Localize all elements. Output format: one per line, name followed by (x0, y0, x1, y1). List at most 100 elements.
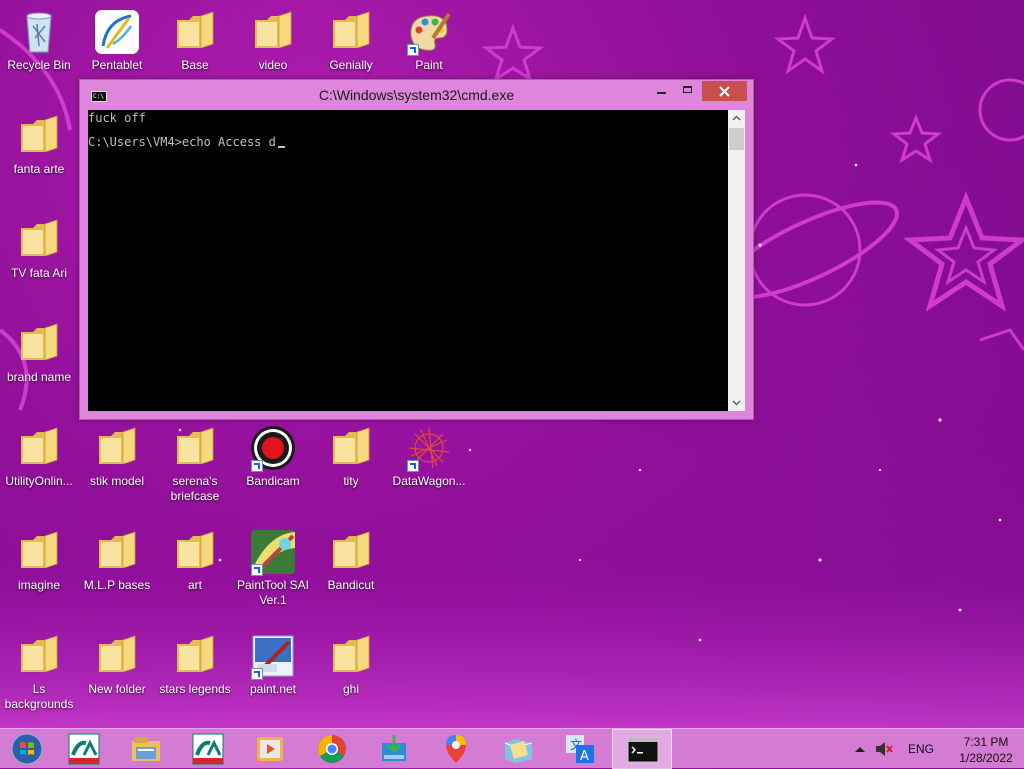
desktop-icon[interactable]: stars legends (157, 632, 233, 697)
folder-icon (15, 424, 63, 472)
desktop-icon-label: video (258, 58, 288, 72)
shortcut-arrow-icon (251, 668, 263, 680)
shortcut-arrow-icon (407, 44, 419, 56)
clock-time: 7:31 PM (963, 735, 1009, 749)
app-installer-icon (382, 735, 406, 761)
close-icon (719, 86, 730, 97)
paint-icon (405, 8, 453, 56)
console-output[interactable]: fuck off C:\Users\VM4>echo Access d (88, 110, 728, 411)
desktop-icon[interactable]: Bandicut (313, 528, 389, 593)
desktop-icon-label: stik model (89, 474, 145, 488)
chrome-icon (318, 735, 346, 763)
folder-icon (15, 320, 63, 368)
close-button[interactable] (702, 81, 747, 101)
desktop-icon[interactable]: tity (313, 424, 389, 489)
maximize-button[interactable] (675, 81, 702, 101)
taskbar-cmd[interactable] (612, 729, 672, 769)
cmd-titlebar[interactable]: C:\ C:\Windows\system32\cmd.exe (80, 80, 753, 110)
clock[interactable]: 7:31 PM 1/28/2022 (952, 734, 1020, 766)
desktop-icon[interactable]: Ls backgrounds (1, 632, 77, 712)
shortcut-arrow-icon (251, 460, 263, 472)
taskbar: 文A ENG 7:31 PM 1/28/2022 (0, 728, 1024, 769)
console-command: C:\Users\VM4>echo Access d (88, 135, 276, 149)
desktop-icon[interactable]: art (157, 528, 233, 593)
desktop-icon[interactable]: New folder (79, 632, 155, 697)
desktop-icon-label: DataWagon... (392, 474, 466, 488)
desktop-icon-label: art (187, 578, 202, 592)
desktop-icon-label: Base (181, 58, 209, 72)
desktop-icon-label: imagine (17, 578, 61, 592)
desktop-icon-label: serena's briefcase (170, 474, 220, 503)
speaker-muted-icon[interactable] (874, 740, 894, 758)
taskbar-credit-agricole-app-2[interactable] (178, 729, 238, 769)
text-cursor (277, 146, 285, 148)
desktop-icon-label: TV fata Ari (10, 266, 68, 280)
desktop-icon-label: Paint (415, 58, 443, 72)
cmd-window[interactable]: C:\ C:\Windows\system32\cmd.exe fuck off… (79, 79, 754, 420)
console-line: fuck off (88, 111, 146, 125)
desktop-icon[interactable]: UtilityOnlin... (1, 424, 77, 489)
desktop-icon-label: paint.net (249, 682, 297, 696)
folder-icon (15, 632, 63, 680)
desktop-icon[interactable]: TV fata Ari (1, 216, 77, 281)
taskbar-folder-app[interactable] (488, 729, 548, 769)
desktop-icon-label: M.L.P bases (83, 578, 151, 592)
desktop-icon[interactable]: Pentablet (79, 8, 155, 73)
taskbar-chrome[interactable] (302, 729, 362, 769)
desktop-icon[interactable]: Recycle Bin (1, 8, 77, 73)
translator-icon: 文A (566, 735, 594, 764)
desktop-icon[interactable]: PaintTool SAI Ver.1 (235, 528, 311, 608)
desktop-icon[interactable]: DataWagon... (391, 424, 467, 489)
start-button-icon (11, 733, 43, 765)
desktop-icon[interactable]: brand name (1, 320, 77, 385)
vertical-scrollbar[interactable] (728, 110, 745, 411)
minimize-button[interactable] (648, 81, 675, 101)
scroll-up-button[interactable] (728, 110, 745, 127)
desktop-icon[interactable]: M.L.P bases (79, 528, 155, 593)
desktop-icon[interactable]: Paint (391, 8, 467, 73)
folder-icon (171, 528, 219, 576)
desktop-icon[interactable]: ghi (313, 632, 389, 697)
desktop-icon[interactable]: serena's briefcase (157, 424, 233, 504)
scroll-down-button[interactable] (728, 394, 745, 411)
taskbar-file-explorer[interactable] (116, 729, 176, 769)
chevron-up-icon[interactable] (854, 744, 866, 754)
console-prompt-line: C:\Users\VM4>echo Access d (88, 136, 285, 148)
desktop-icon[interactable]: Bandicam (235, 424, 311, 489)
desktop-icon-label: PaintTool SAI Ver.1 (236, 578, 310, 607)
desktop-icon-label: Bandicut (327, 578, 375, 592)
video-player-icon (257, 737, 283, 761)
desktop-icon[interactable]: fanta arte (1, 112, 77, 177)
folder-icon (15, 216, 63, 264)
desktop-icon-label: stars legends (159, 682, 231, 696)
taskbar-google-maps[interactable] (426, 729, 486, 769)
folder-icon (327, 424, 375, 472)
system-tray: ENG 7:31 PM 1/28/2022 (854, 729, 1024, 769)
bandicam-icon (249, 424, 297, 472)
cmd-icon (627, 737, 659, 763)
folder-icon (327, 632, 375, 680)
desktop-icon[interactable]: imagine (1, 528, 77, 593)
desktop-icon[interactable]: paint.net (235, 632, 311, 697)
desktop-icon[interactable]: stik model (79, 424, 155, 489)
desktop-icon-label: Recycle Bin (7, 58, 71, 72)
desktop-icon-label: New folder (88, 682, 146, 696)
credit-agricole-app-2-icon (192, 733, 224, 765)
desktop-icon-label: brand name (6, 370, 72, 384)
language-indicator[interactable]: ENG (908, 742, 934, 756)
folder-icon (171, 632, 219, 680)
taskbar-start-button[interactable] (0, 729, 54, 769)
desktop-icon[interactable]: Genially (313, 8, 389, 73)
desktop-icon-label: Ls backgrounds (4, 682, 74, 711)
desktop-icon[interactable]: video (235, 8, 311, 73)
chevron-up-icon (732, 115, 741, 121)
taskbar-app-installer[interactable] (364, 729, 424, 769)
shortcut-arrow-icon (407, 460, 419, 472)
scroll-thumb[interactable] (729, 128, 744, 150)
folder-icon (93, 424, 141, 472)
taskbar-credit-agricole-app[interactable] (54, 729, 114, 769)
taskbar-translator[interactable]: 文A (550, 729, 610, 769)
folder-icon (249, 8, 297, 56)
desktop-icon[interactable]: Base (157, 8, 233, 73)
taskbar-video-player[interactable] (240, 729, 300, 769)
